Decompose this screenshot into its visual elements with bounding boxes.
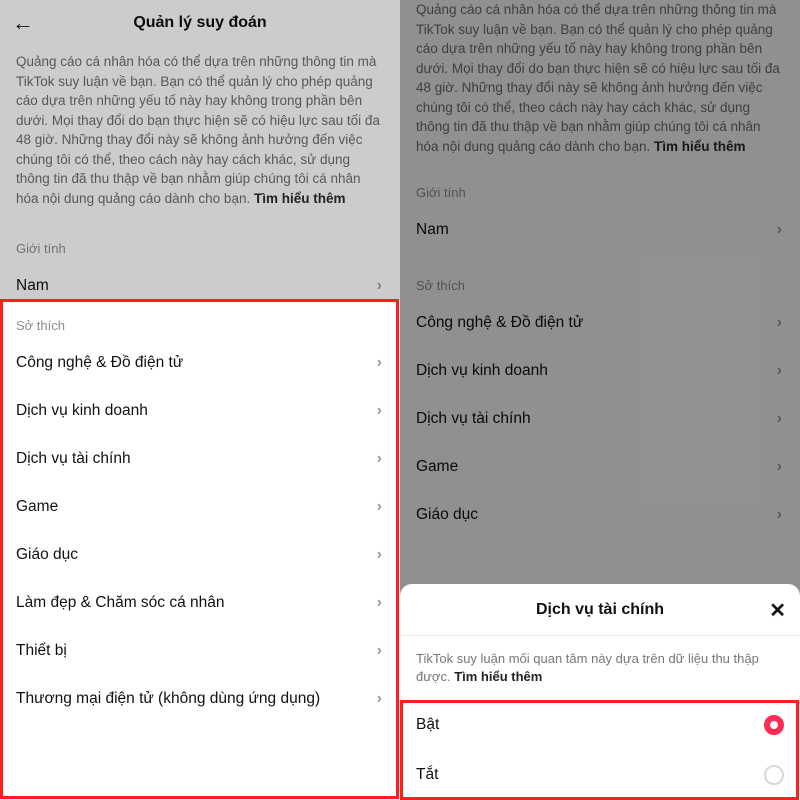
chevron-right-icon: › — [777, 362, 782, 380]
interest-label: Game — [16, 498, 58, 516]
interest-row-education[interactable]: Giáo dục › — [400, 491, 800, 539]
chevron-right-icon: › — [377, 450, 382, 468]
option-on[interactable]: Bật — [400, 700, 800, 750]
interest-row-finance[interactable]: Dịch vụ tài chính › — [400, 395, 800, 443]
interest-row-education[interactable]: Giáo dục › — [0, 531, 400, 579]
chevron-right-icon: › — [377, 277, 382, 295]
option-off[interactable]: Tắt — [400, 750, 800, 800]
interest-row-ecommerce[interactable]: Thương mại điện tử (không dùng ứng dụng)… — [0, 675, 400, 723]
radio-selected-icon — [764, 715, 784, 735]
chevron-right-icon: › — [377, 354, 382, 372]
page-description: Quảng cáo cá nhân hóa có thể dựa trên nh… — [400, 0, 800, 167]
interest-row-business[interactable]: Dịch vụ kinh doanh › — [400, 347, 800, 395]
chevron-right-icon: › — [777, 458, 782, 476]
chevron-right-icon: › — [777, 410, 782, 428]
interest-label: Thương mại điện tử (không dùng ứng dụng) — [16, 690, 320, 708]
interest-label: Công nghệ & Đồ điện tử — [16, 354, 183, 372]
chevron-right-icon: › — [777, 314, 782, 332]
bottom-sheet: Dịch vụ tài chính ✕ TikTok suy luận mối … — [400, 584, 800, 800]
page-title: Quản lý suy đoán — [133, 14, 266, 32]
interest-row-business[interactable]: Dịch vụ kinh doanh › — [0, 387, 400, 435]
chevron-right-icon: › — [377, 690, 382, 708]
interest-label: Dịch vụ kinh doanh — [16, 402, 148, 420]
interest-label: Dịch vụ tài chính — [16, 450, 131, 468]
chevron-right-icon: › — [377, 642, 382, 660]
interest-row-devices[interactable]: Thiết bị › — [0, 627, 400, 675]
chevron-right-icon: › — [777, 506, 782, 524]
page-header: ← Quản lý suy đoán — [0, 0, 400, 46]
gender-value: Nam — [16, 277, 49, 295]
sheet-description: TikTok suy luận mối quan tâm này dựa trê… — [400, 636, 800, 700]
interest-label: Dịch vụ kinh doanh — [416, 362, 548, 380]
description-text: Quảng cáo cá nhân hóa có thể dựa trên nh… — [416, 2, 780, 154]
interests-section-label: Sở thích — [400, 254, 800, 299]
interest-label: Dịch vụ tài chính — [416, 410, 531, 428]
learn-more-link[interactable]: Tìm hiểu thêm — [254, 191, 346, 206]
gender-section-label: Giới tính — [400, 167, 800, 206]
interest-label: Giáo dục — [16, 546, 78, 564]
interest-row-game[interactable]: Game › — [400, 443, 800, 491]
description-text: Quảng cáo cá nhân hóa có thể dựa trên nh… — [16, 54, 380, 206]
option-on-label: Bật — [416, 716, 439, 734]
page-description: Quảng cáo cá nhân hóa có thể dựa trên nh… — [0, 46, 400, 219]
interest-label: Game — [416, 458, 458, 476]
chevron-right-icon: › — [377, 594, 382, 612]
interest-label: Giáo dục — [416, 506, 478, 524]
interest-row-tech[interactable]: Công nghệ & Đồ điện tử › — [0, 339, 400, 387]
gender-section-label: Giới tính — [0, 219, 400, 262]
interests-panel: Sở thích Công nghệ & Đồ điện tử › Dịch v… — [0, 300, 400, 800]
interest-row-game[interactable]: Game › — [0, 483, 400, 531]
chevron-right-icon: › — [777, 221, 782, 239]
interests-section-label: Sở thích — [0, 300, 400, 339]
interest-label: Làm đẹp & Chăm sóc cá nhân — [16, 594, 225, 612]
option-off-label: Tắt — [416, 766, 438, 784]
interest-row-tech[interactable]: Công nghệ & Đồ điện tử › — [400, 299, 800, 347]
gender-value: Nam — [416, 221, 449, 239]
interest-label: Thiết bị — [16, 642, 67, 660]
chevron-right-icon: › — [377, 402, 382, 420]
sheet-title: Dịch vụ tài chính — [536, 601, 664, 619]
radio-unselected-icon — [764, 765, 784, 785]
sheet-header: Dịch vụ tài chính ✕ — [400, 584, 800, 636]
interest-row-finance[interactable]: Dịch vụ tài chính › — [0, 435, 400, 483]
learn-more-link[interactable]: Tìm hiểu thêm — [654, 139, 746, 154]
close-icon[interactable]: ✕ — [769, 598, 786, 623]
chevron-right-icon: › — [377, 546, 382, 564]
learn-more-link[interactable]: Tìm hiểu thêm — [454, 669, 542, 684]
gender-row[interactable]: Nam › — [400, 206, 800, 254]
chevron-right-icon: › — [377, 498, 382, 516]
interest-label: Công nghệ & Đồ điện tử — [416, 314, 583, 332]
back-icon[interactable]: ← — [12, 10, 34, 36]
interest-row-beauty[interactable]: Làm đẹp & Chăm sóc cá nhân › — [0, 579, 400, 627]
